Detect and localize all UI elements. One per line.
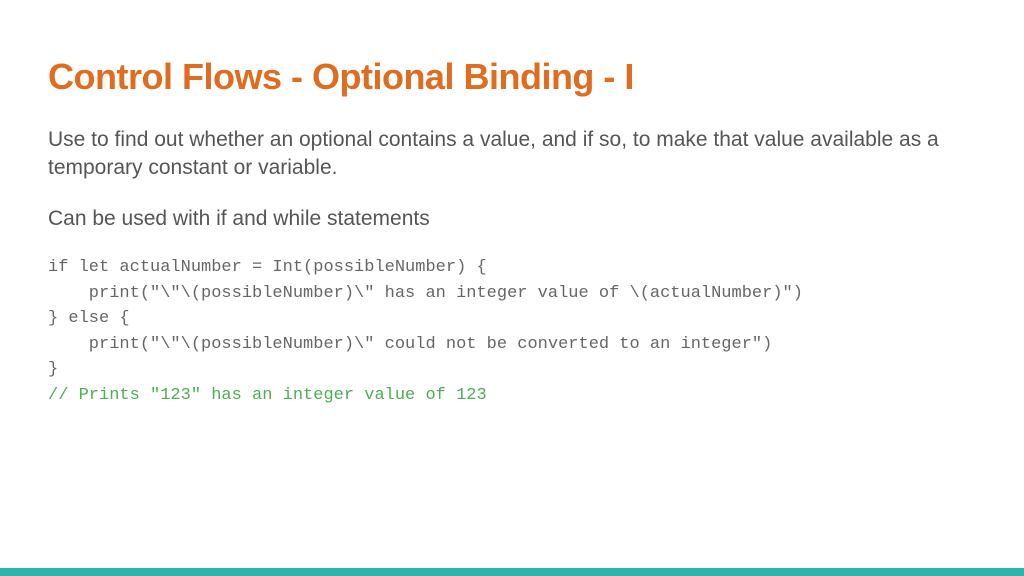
code-line: if let actualNumber = Int(possibleNumber…	[48, 258, 487, 277]
paragraph-description: Use to find out whether an optional cont…	[48, 126, 976, 183]
paragraph-usage: Can be used with if and while statements	[48, 205, 976, 233]
slide-title: Control Flows - Optional Binding - I	[48, 56, 976, 98]
code-line: print("\"\(possibleNumber)\" has an inte…	[48, 284, 803, 303]
code-line: }	[48, 360, 58, 379]
slide-content: Control Flows - Optional Binding - I Use…	[0, 0, 1024, 408]
bottom-accent-bar	[0, 568, 1024, 576]
code-line: } else {	[48, 309, 130, 328]
code-example: if let actualNumber = Int(possibleNumber…	[48, 255, 976, 408]
code-line: print("\"\(possibleNumber)\" could not b…	[48, 335, 772, 354]
code-comment: // Prints "123" has an integer value of …	[48, 386, 487, 405]
